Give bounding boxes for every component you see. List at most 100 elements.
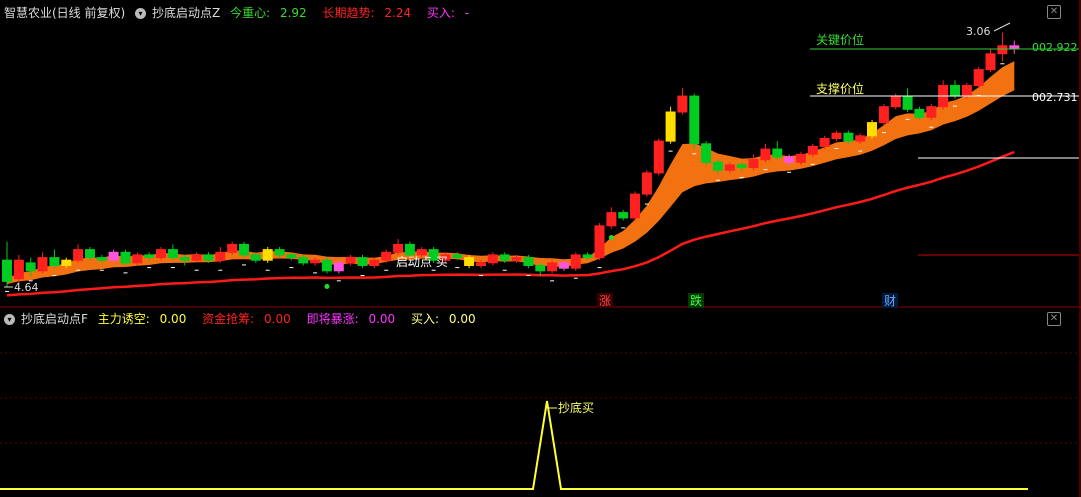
candle-body bbox=[807, 145, 818, 155]
candle-body bbox=[713, 161, 723, 171]
long-term-trend-line bbox=[6, 150, 1015, 297]
candle-body bbox=[393, 243, 404, 253]
candle-body bbox=[37, 257, 48, 272]
candle-body bbox=[369, 259, 380, 267]
candle-body bbox=[487, 254, 498, 264]
candle bbox=[393, 239, 404, 255]
candle-body bbox=[452, 254, 463, 258]
candle bbox=[345, 254, 356, 266]
candle-body bbox=[49, 257, 60, 267]
candle bbox=[167, 244, 178, 261]
candle-body bbox=[677, 95, 688, 113]
candle-body bbox=[298, 257, 309, 264]
candle-body bbox=[784, 156, 795, 163]
candle-body bbox=[594, 225, 605, 259]
high-marker-arrow bbox=[993, 22, 1011, 32]
candle bbox=[73, 244, 84, 263]
candle bbox=[831, 130, 842, 142]
candle-body bbox=[665, 111, 676, 142]
candle-body bbox=[499, 254, 510, 261]
candle bbox=[630, 191, 640, 221]
candle bbox=[606, 207, 617, 229]
candle-body bbox=[831, 132, 842, 139]
candle-body bbox=[985, 53, 996, 71]
candle-body bbox=[227, 243, 238, 253]
candle-body bbox=[156, 249, 166, 259]
candle bbox=[878, 104, 889, 126]
candle-body bbox=[736, 164, 747, 168]
candle-body bbox=[582, 254, 593, 258]
candle bbox=[701, 141, 712, 165]
high-price-marker: 3.06 bbox=[966, 25, 991, 38]
candle-body bbox=[997, 45, 1008, 55]
candle-body bbox=[476, 262, 486, 266]
candle-body bbox=[558, 262, 569, 269]
marker-rise: 涨 bbox=[599, 293, 611, 308]
candle-body bbox=[547, 262, 558, 272]
candle-body bbox=[73, 249, 84, 261]
candle bbox=[748, 154, 759, 171]
candle-body bbox=[950, 85, 960, 97]
candle bbox=[997, 32, 1008, 62]
candle-body bbox=[701, 143, 712, 163]
candle bbox=[665, 106, 676, 144]
candle-body bbox=[310, 259, 321, 264]
candle-body bbox=[132, 254, 143, 264]
candle bbox=[262, 247, 273, 263]
candle-body bbox=[653, 140, 664, 174]
candle-body bbox=[85, 249, 95, 259]
candle-body bbox=[215, 251, 226, 261]
candle bbox=[1009, 40, 1020, 54]
candle-body bbox=[878, 106, 889, 124]
candle bbox=[938, 80, 949, 110]
candle-body bbox=[630, 193, 640, 219]
candle bbox=[902, 88, 913, 112]
candle-body bbox=[239, 243, 249, 256]
candle-body bbox=[96, 257, 107, 261]
candle-body bbox=[523, 257, 534, 267]
candle-body bbox=[345, 257, 356, 264]
candle-body bbox=[381, 251, 392, 261]
candle bbox=[760, 143, 771, 163]
candle-body bbox=[772, 148, 783, 158]
candle-body bbox=[511, 257, 522, 261]
candle-body bbox=[203, 254, 214, 261]
candle bbox=[867, 119, 877, 139]
buy-dot bbox=[324, 283, 330, 289]
candlestick-layer bbox=[2, 32, 1020, 287]
sub-baseline bbox=[0, 400, 1028, 490]
candle bbox=[594, 223, 605, 261]
candle-body bbox=[867, 122, 877, 137]
candle-body bbox=[973, 69, 984, 86]
candle-body bbox=[641, 172, 652, 195]
candle-body bbox=[357, 257, 368, 267]
candle-body bbox=[167, 249, 178, 259]
candle-body bbox=[13, 259, 24, 280]
candle bbox=[689, 93, 700, 150]
candle-body bbox=[144, 254, 155, 258]
candle bbox=[239, 241, 249, 258]
candle bbox=[618, 209, 629, 221]
candle-body bbox=[618, 212, 629, 219]
candle bbox=[2, 241, 12, 287]
candle bbox=[677, 88, 688, 115]
support-value: 002.731 bbox=[1032, 91, 1078, 104]
candle-body bbox=[961, 85, 972, 97]
candle-body bbox=[25, 262, 36, 272]
candle bbox=[973, 67, 984, 89]
candle-body bbox=[321, 259, 332, 272]
candle bbox=[37, 252, 48, 274]
candle-body bbox=[2, 259, 12, 282]
candle-body bbox=[902, 95, 913, 110]
candle-body bbox=[890, 95, 901, 108]
key-price-label: 关键价位 bbox=[816, 32, 864, 47]
buy-dot bbox=[608, 234, 614, 240]
support-label: 支撑价位 bbox=[816, 81, 864, 96]
candle-body bbox=[120, 251, 131, 264]
kline-chart[interactable]: 关键价位 002.922 支撑价位 002.731 3.06 4.64 启动点 … bbox=[0, 0, 1081, 497]
sub-buy-label: 抄底买 bbox=[558, 400, 594, 415]
candle bbox=[357, 254, 368, 269]
candle-body bbox=[250, 254, 261, 261]
candle-body bbox=[855, 135, 866, 142]
candle-body bbox=[1009, 45, 1020, 49]
